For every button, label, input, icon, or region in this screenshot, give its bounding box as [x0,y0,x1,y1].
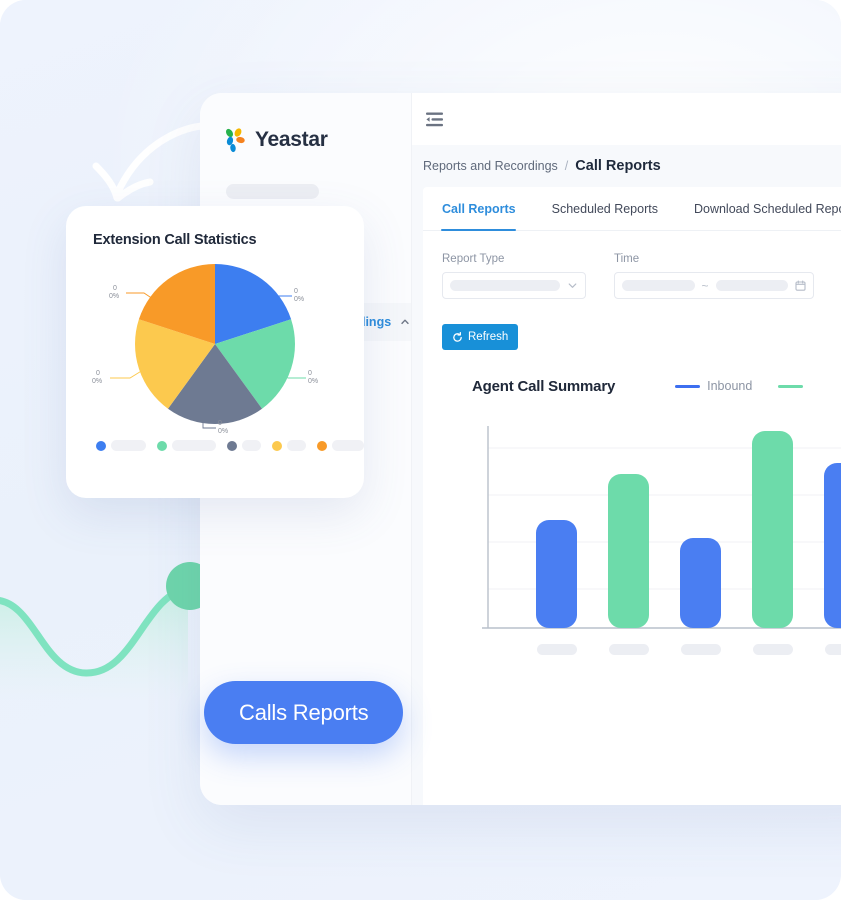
tab-label: Call Reports [442,202,516,216]
pie-label-value-5: 0 [113,285,117,292]
tab-bar: Call Reports Scheduled Reports Download … [423,187,841,231]
pie-legend-dot-2[interactable] [156,440,167,451]
legend-label: Inbound [707,379,753,393]
time-end-placeholder[interactable] [715,280,789,291]
bar-chart-svg [482,426,841,655]
breadcrumb-parent[interactable]: Reports and Recordings [423,159,558,173]
pie-label-value-2: 0 [308,370,312,377]
tab-label: Download Scheduled Reports [693,202,841,216]
main-area: Reports and Recordings / Call Reports Ca… [412,93,841,805]
tab-call-reports[interactable]: Call Reports [423,187,534,231]
breadcrumb: Reports and Recordings / Call Reports [412,145,841,187]
report-type-value-placeholder [450,280,560,291]
chart-legend: Inbound [675,379,810,393]
chart-title: Agent Call Summary [472,377,616,395]
filter-label: Report Type [442,253,505,265]
extension-call-statistics-card: Extension Call Statistics 0 0% 0 0% 0 0%… [66,206,364,498]
bar-chart [472,418,841,658]
leader-line-4 [110,369,144,379]
pie-legend-label-5 [332,440,364,451]
pie-label-value-4: 0 [96,370,100,377]
pie-label-percent-1: 0% [294,296,304,303]
report-type-select[interactable] [442,272,586,299]
tab-label: Scheduled Reports [551,202,658,216]
breadcrumb-separator: / [564,159,569,173]
legend-item-inbound[interactable]: Inbound [675,379,752,393]
tab-download-scheduled-reports[interactable]: Download Scheduled Reports [676,187,841,231]
pie-legend-label-1 [111,440,146,451]
collapse-menu-icon[interactable] [426,112,443,127]
pie-legend-label-4 [287,440,307,451]
pie-legend-label-3 [241,440,262,451]
pie-chart-title: Extension Call Statistics [93,232,257,248]
pie-legend [66,436,364,451]
chevron-down-icon[interactable] [567,280,578,291]
pie-label-percent-3: 0% [218,428,228,435]
bar-4 [752,431,793,628]
pie-legend-label-2 [171,440,216,451]
pie-legend-dot-4[interactable] [272,440,283,451]
bar-3 [680,538,721,628]
pie-label-percent-5: 0% [109,293,119,300]
legend-item-outbound[interactable] [778,384,810,388]
bars [536,431,841,628]
time-range-picker[interactable]: ~ [614,272,814,299]
yeastar-pinwheel-logo-icon [225,128,245,153]
top-bar [412,93,841,145]
pie-label-percent-2: 0% [308,378,318,385]
bar-5 [824,463,841,628]
pie-slices [135,264,295,424]
callout-label: Calls Reports [239,699,369,725]
pie-label-value-3: 0 [218,420,222,427]
pie-chart: 0 0% 0 0% 0 0% 0 0% 0 0% [66,248,364,436]
pie-legend-dot-3[interactable] [226,440,237,451]
sidebar-skeleton-1 [226,184,319,199]
bar-2 [608,474,649,628]
x-tick-placeholders [537,644,841,655]
refresh-label: Refresh [468,331,509,343]
tab-scheduled-reports[interactable]: Scheduled Reports [534,187,676,231]
calendar-icon[interactable] [795,280,806,291]
breadcrumb-current: Call Reports [575,158,661,174]
time-start-placeholder[interactable] [622,280,695,291]
refresh-button[interactable]: Refresh [442,324,519,350]
filter-row: Report Type Time ~ [423,231,841,299]
refresh-icon [453,331,462,342]
time-range-separator: ~ [701,278,709,293]
chevron-up-icon[interactable] [400,317,410,327]
pie-label-percent-4: 0% [92,378,102,385]
legend-swatch [778,384,804,388]
chart-header: Agent Call Summary Inbound [472,373,841,399]
callout-pill[interactable]: Calls Reports [204,681,404,744]
legend-swatch [675,384,701,388]
bar-1 [536,520,577,628]
brand-name: Yeastar [255,128,328,151]
pie-legend-dot-5[interactable] [317,440,328,451]
pie-legend-dot-1[interactable] [96,440,106,451]
filter-time: Time ~ [614,253,814,299]
filter-report-type: Report Type [442,253,586,299]
screenshot-root: Yeastar Reports and Recordings / Call Re… [0,0,841,900]
content-region: Call Reports Scheduled Reports Download … [412,187,841,805]
pie-chart-svg: 0 0% 0 0% 0 0% 0 0% 0 0% [92,264,318,435]
pie-label-value-1: 0 [294,288,298,295]
brand-logo[interactable]: Yeastar [200,93,411,153]
agent-call-summary-card: Agent Call Summary Inbound [423,373,841,658]
filter-label: Time [614,253,640,265]
content-panel: Call Reports Scheduled Reports Download … [423,187,841,805]
